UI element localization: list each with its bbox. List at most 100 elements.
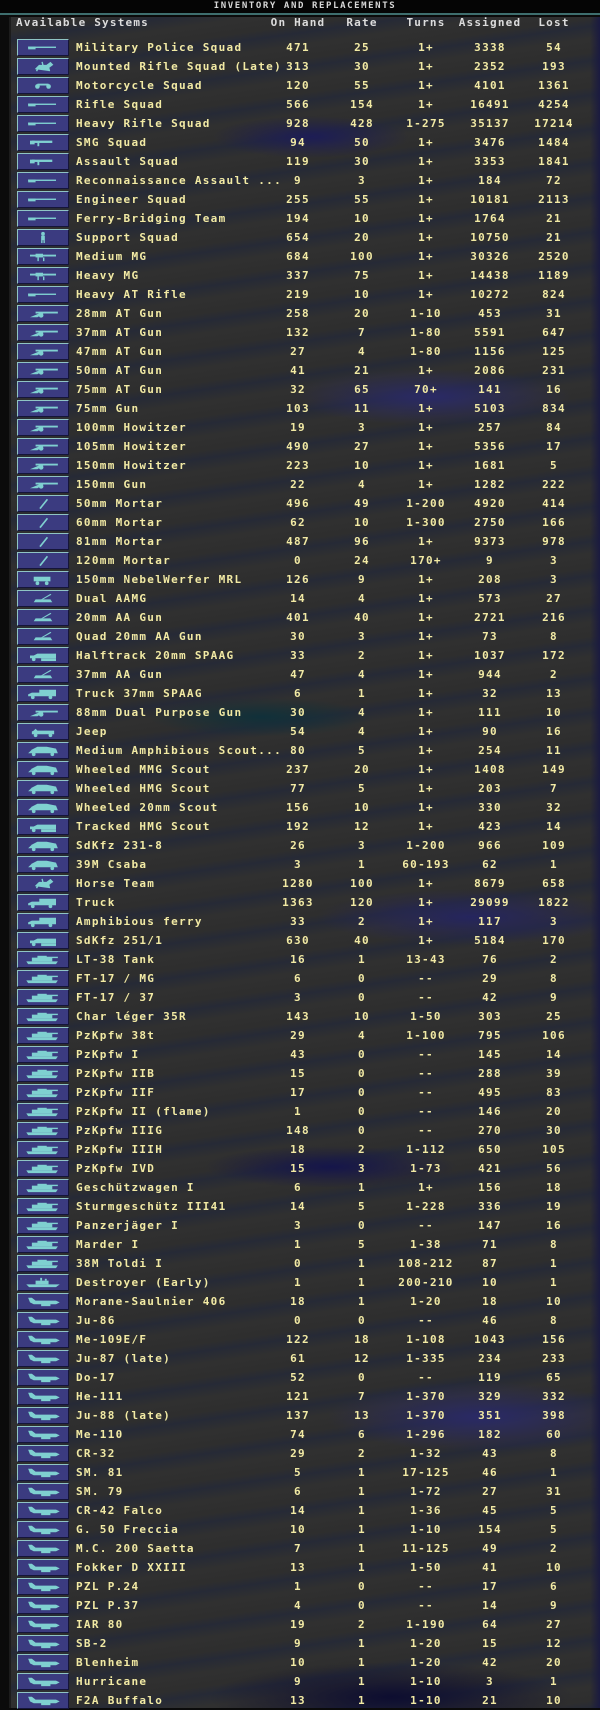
- system-row[interactable]: 28mm AT Gun 258 20 1-10 453 31: [0, 304, 600, 323]
- system-row[interactable]: Heavy Rifle Squad 928 428 1-275 35137 17214: [0, 114, 600, 133]
- system-icon-button[interactable]: [17, 742, 69, 759]
- system-icon-button[interactable]: [17, 1559, 69, 1576]
- system-row[interactable]: PzKpfw IVD 15 3 1-73 421 56: [0, 1159, 600, 1178]
- system-row[interactable]: Marder I 1 5 1-38 71 8: [0, 1235, 600, 1254]
- system-row[interactable]: Halftrack 20mm SPAAG 33 2 1+ 1037 172: [0, 646, 600, 665]
- system-icon-button[interactable]: [17, 704, 69, 721]
- system-row[interactable]: Blenheim 10 1 1-20 42 20: [0, 1653, 600, 1672]
- system-icon-button[interactable]: [17, 761, 69, 778]
- system-row[interactable]: Wheeled 20mm Scout 156 10 1+ 330 32: [0, 798, 600, 817]
- system-row[interactable]: Reconnaissance Assault ... 9 3 1+ 184 72: [0, 171, 600, 190]
- system-icon-button[interactable]: [17, 476, 69, 493]
- system-row[interactable]: PzKpfw IIF 17 0 -- 495 83: [0, 1083, 600, 1102]
- system-icon-button[interactable]: [17, 552, 69, 569]
- system-icon-button[interactable]: [17, 153, 69, 170]
- system-row[interactable]: Hurricane 9 1 1-10 3 1: [0, 1672, 600, 1691]
- system-icon-button[interactable]: [17, 1179, 69, 1196]
- system-row[interactable]: SdKfz 231-8 26 3 1-200 966 109: [0, 836, 600, 855]
- system-row[interactable]: 150mm Howitzer 223 10 1+ 1681 5: [0, 456, 600, 475]
- system-icon-button[interactable]: [17, 1464, 69, 1481]
- system-icon-button[interactable]: [17, 647, 69, 664]
- system-icon-button[interactable]: [17, 514, 69, 531]
- system-icon-button[interactable]: [17, 400, 69, 417]
- system-row[interactable]: Tracked HMG Scout 192 12 1+ 423 14: [0, 817, 600, 836]
- system-icon-button[interactable]: [17, 1217, 69, 1234]
- system-row[interactable]: Me-110 74 6 1-296 182 60: [0, 1425, 600, 1444]
- system-row[interactable]: LT-38 Tank 16 1 13-43 76 2: [0, 950, 600, 969]
- system-icon-button[interactable]: [17, 1369, 69, 1386]
- system-row[interactable]: PzKpfw IIIG 148 0 -- 270 30: [0, 1121, 600, 1140]
- system-icon-button[interactable]: [17, 1483, 69, 1500]
- system-row[interactable]: Support Squad 654 20 1+ 10750 21: [0, 228, 600, 247]
- system-icon-button[interactable]: [17, 1597, 69, 1614]
- system-icon-button[interactable]: [17, 1274, 69, 1291]
- system-icon-button[interactable]: [17, 723, 69, 740]
- system-icon-button[interactable]: [17, 1388, 69, 1405]
- system-icon-button[interactable]: [17, 1331, 69, 1348]
- system-icon-button[interactable]: [17, 343, 69, 360]
- system-row[interactable]: PzKpfw 38t 29 4 1-100 795 106: [0, 1026, 600, 1045]
- system-row[interactable]: Do-17 52 0 -- 119 65: [0, 1368, 600, 1387]
- system-row[interactable]: Heavy MG 337 75 1+ 14438 1189: [0, 266, 600, 285]
- system-row[interactable]: SB-2 9 1 1-20 15 12: [0, 1634, 600, 1653]
- system-icon-button[interactable]: [17, 1008, 69, 1025]
- system-icon-button[interactable]: [17, 799, 69, 816]
- system-row[interactable]: Engineer Squad 255 55 1+ 10181 2113: [0, 190, 600, 209]
- system-row[interactable]: PzKpfw IIB 15 0 -- 288 39: [0, 1064, 600, 1083]
- system-row[interactable]: Medium MG 684 100 1+ 30326 2520: [0, 247, 600, 266]
- system-icon-button[interactable]: [17, 172, 69, 189]
- system-row[interactable]: Wheeled HMG Scout 77 5 1+ 203 7: [0, 779, 600, 798]
- system-row[interactable]: Destroyer (Early) 1 1 200-210 10 1: [0, 1273, 600, 1292]
- system-row[interactable]: Medium Amphibious Scout... 80 5 1+ 254 11: [0, 741, 600, 760]
- system-icon-button[interactable]: [17, 305, 69, 322]
- system-icon-button[interactable]: [17, 951, 69, 968]
- system-icon-button[interactable]: [17, 1027, 69, 1044]
- system-row[interactable]: F2A Buffalo 13 1 1-10 21 10: [0, 1691, 600, 1710]
- system-icon-button[interactable]: [17, 571, 69, 588]
- system-icon-button[interactable]: [17, 77, 69, 94]
- system-icon-button[interactable]: [17, 134, 69, 151]
- system-icon-button[interactable]: [17, 457, 69, 474]
- system-icon-button[interactable]: [17, 780, 69, 797]
- system-icon-button[interactable]: [17, 210, 69, 227]
- system-row[interactable]: Motorcycle Squad 120 55 1+ 4101 1361: [0, 76, 600, 95]
- system-row[interactable]: Quad 20mm AA Gun 30 3 1+ 73 8: [0, 627, 600, 646]
- system-row[interactable]: 120mm Mortar 0 24 170+ 9 3: [0, 551, 600, 570]
- system-icon-button[interactable]: [17, 1692, 69, 1709]
- system-icon-button[interactable]: [17, 495, 69, 512]
- system-icon-button[interactable]: [17, 1540, 69, 1557]
- system-row[interactable]: 37mm AA Gun 47 4 1+ 944 2: [0, 665, 600, 684]
- system-row[interactable]: Heavy AT Rifle 219 10 1+ 10272 824: [0, 285, 600, 304]
- system-row[interactable]: Ju-86 0 0 -- 46 8: [0, 1311, 600, 1330]
- system-row[interactable]: Me-109E/F 122 18 1-108 1043 156: [0, 1330, 600, 1349]
- system-icon-button[interactable]: [17, 875, 69, 892]
- system-icon-button[interactable]: [17, 1103, 69, 1120]
- system-icon-button[interactable]: [17, 590, 69, 607]
- system-icon-button[interactable]: [17, 1122, 69, 1139]
- system-row[interactable]: 150mm Gun 22 4 1+ 1282 222: [0, 475, 600, 494]
- system-row[interactable]: SMG Squad 94 50 1+ 3476 1484: [0, 133, 600, 152]
- system-row[interactable]: 50mm AT Gun 41 21 1+ 2086 231: [0, 361, 600, 380]
- system-icon-button[interactable]: [17, 191, 69, 208]
- system-icon-button[interactable]: [17, 286, 69, 303]
- system-icon-button[interactable]: [17, 115, 69, 132]
- system-row[interactable]: Ferry-Bridging Team 194 10 1+ 1764 21: [0, 209, 600, 228]
- system-row[interactable]: SM. 79 6 1 1-72 27 31: [0, 1482, 600, 1501]
- system-icon-button[interactable]: [17, 1084, 69, 1101]
- system-row[interactable]: CR-42 Falco 14 1 1-36 45 5: [0, 1501, 600, 1520]
- system-row[interactable]: Morane-Saulnier 406 18 1 1-20 18 10: [0, 1292, 600, 1311]
- system-icon-button[interactable]: [17, 666, 69, 683]
- system-row[interactable]: Sturmgeschütz III41 14 5 1-228 336 19: [0, 1197, 600, 1216]
- system-icon-button[interactable]: [17, 989, 69, 1006]
- system-row[interactable]: 38M Toldi I 0 1 108-212 87 1: [0, 1254, 600, 1273]
- system-icon-button[interactable]: [17, 229, 69, 246]
- system-icon-button[interactable]: [17, 267, 69, 284]
- system-row[interactable]: Truck 1363 120 1+ 29099 1822: [0, 893, 600, 912]
- system-row[interactable]: PZL P.24 1 0 -- 17 6: [0, 1577, 600, 1596]
- system-row[interactable]: Jeep 54 4 1+ 90 16: [0, 722, 600, 741]
- system-row[interactable]: 50mm Mortar 496 49 1-200 4920 414: [0, 494, 600, 513]
- system-icon-button[interactable]: [17, 1293, 69, 1310]
- system-row[interactable]: CR-32 29 2 1-32 43 8: [0, 1444, 600, 1463]
- system-icon-button[interactable]: [17, 419, 69, 436]
- system-icon-button[interactable]: [17, 1426, 69, 1443]
